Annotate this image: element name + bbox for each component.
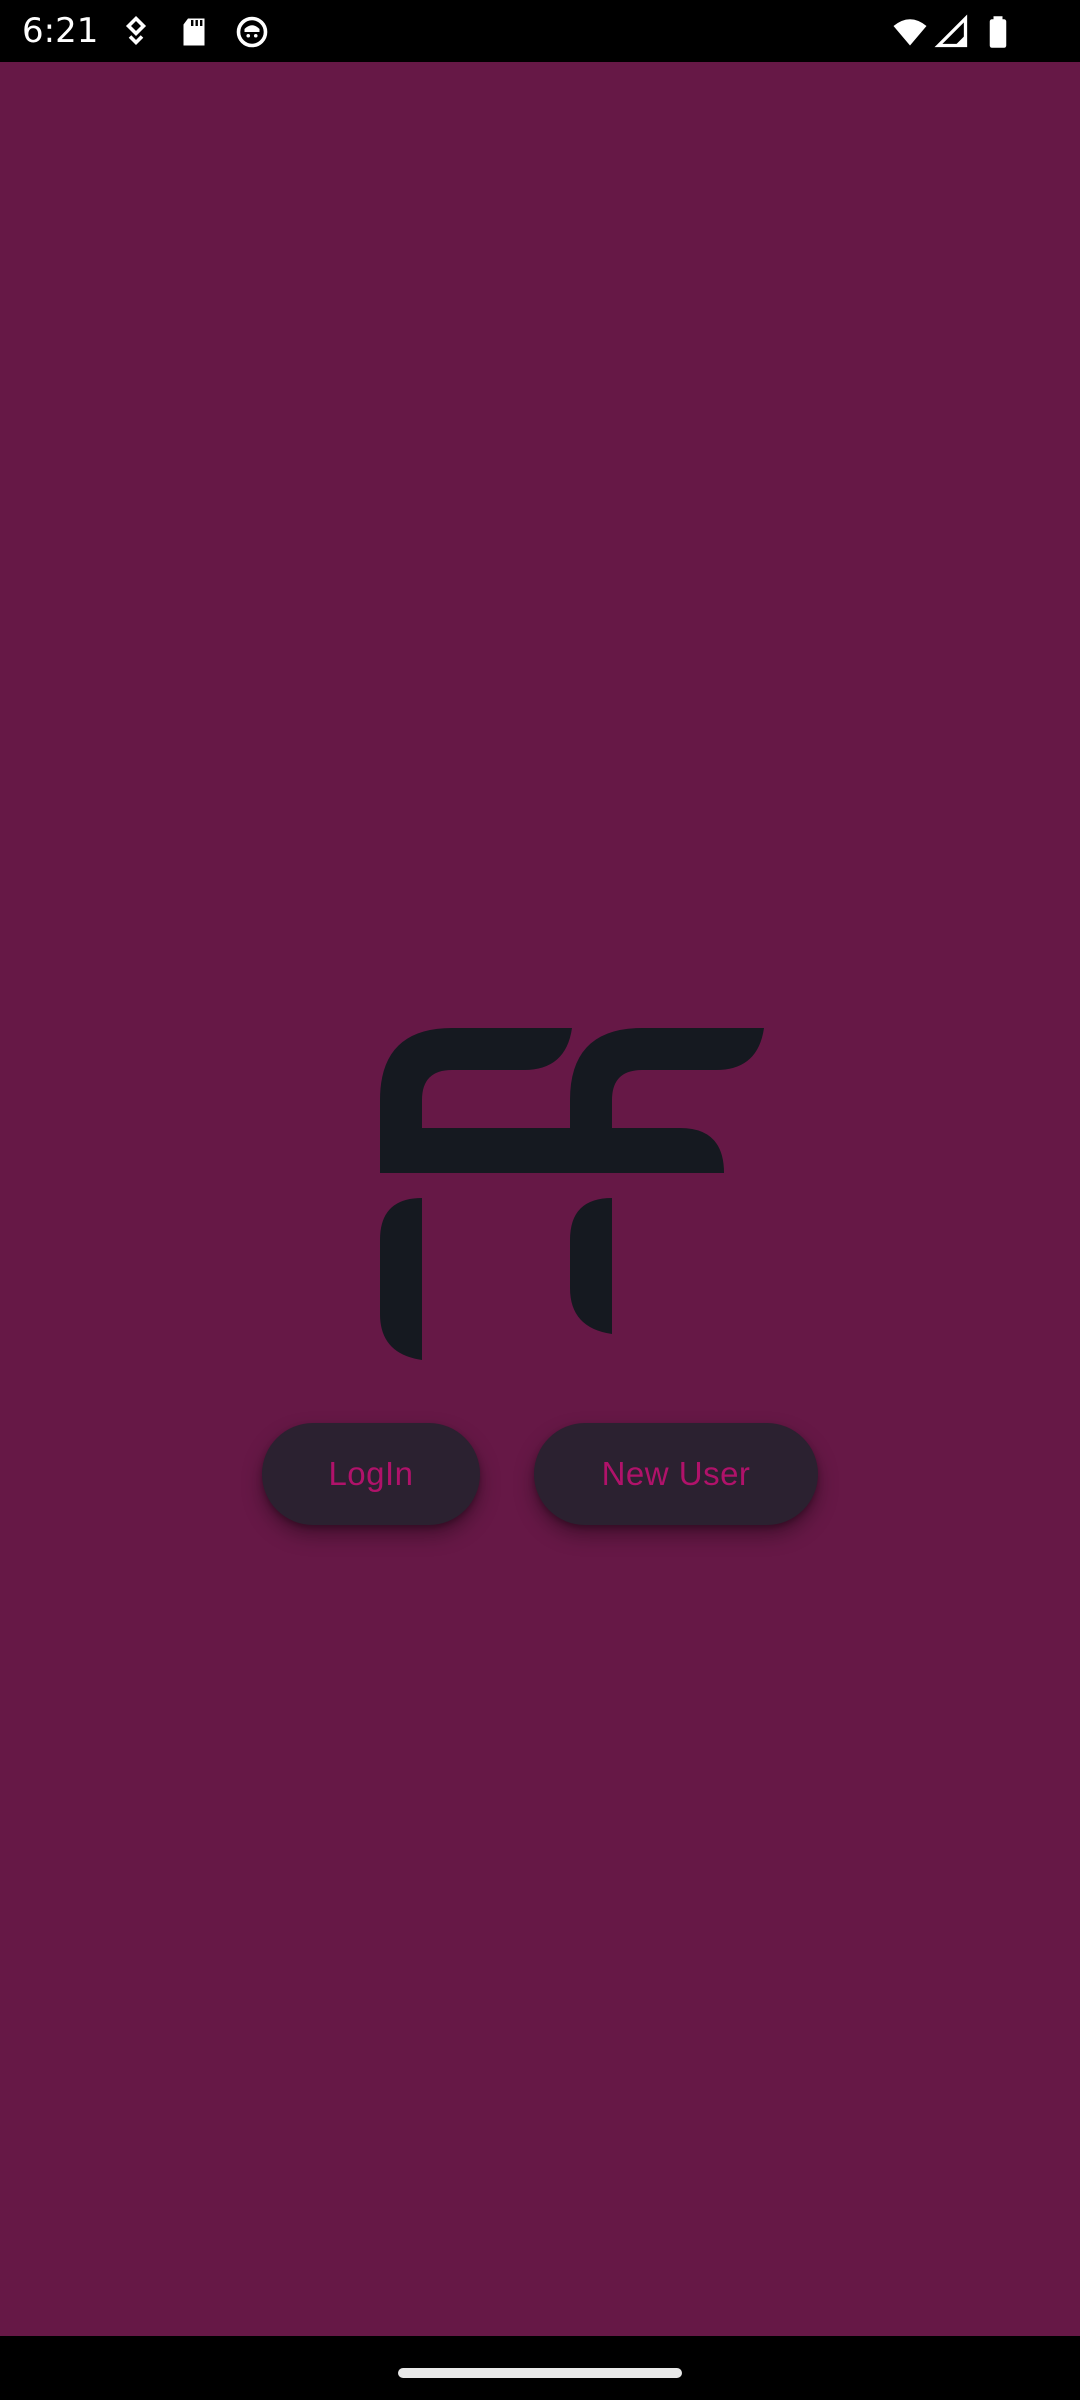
new-user-button[interactable]: New User xyxy=(534,1423,818,1525)
app-face-icon xyxy=(236,16,268,48)
navigation-bar xyxy=(0,2336,1080,2400)
ff-logo xyxy=(380,1028,764,1360)
home-indicator[interactable] xyxy=(398,2368,682,2378)
status-time: 6:21 xyxy=(22,11,99,51)
sd-card-icon xyxy=(183,18,205,46)
status-bar: 6:21 xyxy=(0,0,1080,62)
app-screen: LogIn New User xyxy=(0,62,1080,2336)
screen: 6:21 LogIn New User xyxy=(0,0,1080,2400)
wifi-icon xyxy=(893,19,927,46)
login-button[interactable]: LogIn xyxy=(262,1423,480,1525)
location-pin-icon xyxy=(125,15,147,46)
signal-icon xyxy=(934,14,968,48)
battery-icon xyxy=(989,16,1007,48)
